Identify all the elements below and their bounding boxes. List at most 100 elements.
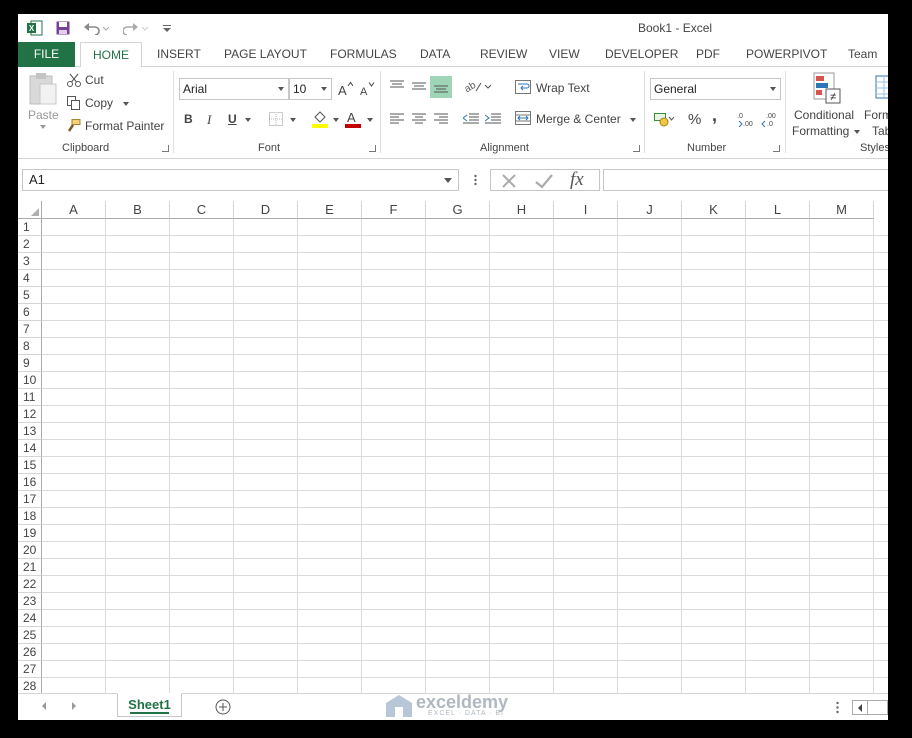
row-header[interactable]: 5 xyxy=(18,287,42,304)
paste-dropdown-icon[interactable] xyxy=(40,125,46,129)
middle-align-icon[interactable] xyxy=(410,77,428,95)
wrap-text-label[interactable]: Wrap Text xyxy=(536,81,590,95)
row-header[interactable]: 1 xyxy=(18,219,42,236)
format-as-table-label-1[interactable]: Form xyxy=(864,108,888,122)
row-header[interactable]: 13 xyxy=(18,423,42,440)
row-header[interactable]: 4 xyxy=(18,270,42,287)
number-launcher-icon[interactable] xyxy=(773,145,780,152)
decrease-font-size-icon[interactable]: A xyxy=(358,79,376,99)
scroll-sheets-left-icon[interactable] xyxy=(38,699,50,713)
insert-function-icon[interactable]: fx xyxy=(570,169,584,191)
alignment-launcher-icon[interactable] xyxy=(633,145,640,152)
align-left-icon[interactable] xyxy=(388,110,406,128)
chevron-down-icon[interactable] xyxy=(321,87,327,91)
tab-insert[interactable]: INSERT xyxy=(157,42,201,67)
tab-pdf[interactable]: PDF xyxy=(696,42,720,67)
row-header[interactable]: 2 xyxy=(18,236,42,253)
font-color-icon[interactable]: A xyxy=(345,109,361,129)
row-header[interactable]: 12 xyxy=(18,406,42,423)
conditional-formatting-dropdown-icon[interactable] xyxy=(854,130,860,134)
paste-label[interactable]: Paste xyxy=(28,108,59,122)
percent-style-button[interactable]: % xyxy=(688,111,701,128)
align-right-icon[interactable] xyxy=(432,110,450,128)
font-color-dropdown-icon[interactable] xyxy=(367,118,373,122)
undo-icon[interactable] xyxy=(82,19,110,37)
increase-font-size-icon[interactable]: A xyxy=(336,79,354,99)
column-header[interactable]: J xyxy=(618,201,682,219)
row-header[interactable]: 25 xyxy=(18,627,42,644)
column-header[interactable]: D xyxy=(234,201,298,219)
wrap-text-icon[interactable] xyxy=(515,79,531,95)
bottom-align-icon[interactable] xyxy=(430,76,452,98)
row-header[interactable]: 9 xyxy=(18,355,42,372)
underline-dropdown-icon[interactable] xyxy=(245,118,251,122)
conditional-formatting-label-1[interactable]: Conditional xyxy=(794,108,854,122)
column-header[interactable]: L xyxy=(746,201,810,219)
row-header[interactable]: 3 xyxy=(18,253,42,270)
decrease-decimal-icon[interactable]: .00.0 xyxy=(760,110,782,128)
cut-icon[interactable] xyxy=(66,72,82,88)
splitter-dots-icon[interactable] xyxy=(474,173,477,187)
borders-dropdown-icon[interactable] xyxy=(290,118,296,122)
format-painter-label[interactable]: Format Painter xyxy=(85,119,164,133)
tab-splitter-dots-icon[interactable] xyxy=(836,701,839,714)
cut-label[interactable]: Cut xyxy=(85,73,104,87)
paste-icon[interactable] xyxy=(26,71,60,107)
orientation-icon[interactable]: ab xyxy=(462,77,492,95)
row-header[interactable]: 27 xyxy=(18,661,42,678)
row-header[interactable]: 20 xyxy=(18,542,42,559)
cell-area[interactable] xyxy=(42,219,888,693)
formula-input[interactable] xyxy=(603,169,888,191)
merge-center-label[interactable]: Merge & Center xyxy=(536,112,621,126)
bold-button[interactable]: B xyxy=(184,112,193,126)
font-launcher-icon[interactable] xyxy=(369,145,376,152)
fill-color-icon[interactable] xyxy=(311,109,329,129)
horizontal-scrollbar[interactable] xyxy=(868,700,888,715)
top-align-icon[interactable] xyxy=(388,77,406,95)
sheet-tab-sheet1[interactable]: Sheet1 xyxy=(117,693,182,717)
tab-powerpivot[interactable]: POWERPIVOT xyxy=(746,42,827,67)
row-header[interactable]: 24 xyxy=(18,610,42,627)
column-header[interactable]: H xyxy=(490,201,554,219)
borders-icon[interactable] xyxy=(268,111,284,127)
merge-dropdown-icon[interactable] xyxy=(630,118,636,122)
column-header[interactable]: F xyxy=(362,201,426,219)
increase-indent-icon[interactable] xyxy=(484,110,502,128)
underline-button[interactable]: U xyxy=(228,112,237,126)
column-header[interactable]: M xyxy=(810,201,874,219)
increase-decimal-icon[interactable]: .0.00 xyxy=(736,110,758,128)
chevron-down-icon[interactable] xyxy=(278,87,284,91)
row-header[interactable]: 15 xyxy=(18,457,42,474)
cancel-icon[interactable] xyxy=(499,172,519,190)
row-header[interactable]: 10 xyxy=(18,372,42,389)
tab-data[interactable]: DATA xyxy=(420,42,450,67)
copy-label[interactable]: Copy xyxy=(85,96,113,110)
new-sheet-icon[interactable] xyxy=(214,698,232,716)
row-header[interactable]: 7 xyxy=(18,321,42,338)
row-header[interactable]: 18 xyxy=(18,508,42,525)
column-header[interactable]: A xyxy=(42,201,106,219)
row-header[interactable]: 19 xyxy=(18,525,42,542)
font-size-combo[interactable]: 10 xyxy=(289,78,332,100)
row-header[interactable]: 23 xyxy=(18,593,42,610)
column-header[interactable]: E xyxy=(298,201,362,219)
copy-icon[interactable] xyxy=(66,95,82,111)
redo-icon[interactable] xyxy=(122,19,150,37)
tab-file[interactable]: FILE xyxy=(18,42,75,67)
italic-button[interactable]: I xyxy=(207,112,211,128)
tab-team[interactable]: Team xyxy=(848,42,877,67)
tab-page-layout[interactable]: PAGE LAYOUT xyxy=(224,42,307,67)
row-header[interactable]: 21 xyxy=(18,559,42,576)
fill-color-dropdown-icon[interactable] xyxy=(333,118,339,122)
row-header[interactable]: 11 xyxy=(18,389,42,406)
font-name-combo[interactable]: Arial xyxy=(179,78,289,100)
row-header[interactable]: 16 xyxy=(18,474,42,491)
row-header[interactable]: 6 xyxy=(18,304,42,321)
chevron-down-icon[interactable] xyxy=(770,87,776,91)
name-box-dropdown-icon[interactable] xyxy=(444,178,452,183)
column-header[interactable]: B xyxy=(106,201,170,219)
tab-view[interactable]: VIEW xyxy=(549,42,580,67)
customize-qat-icon[interactable] xyxy=(161,19,173,37)
clipboard-launcher-icon[interactable] xyxy=(162,145,169,152)
column-header[interactable]: C xyxy=(170,201,234,219)
